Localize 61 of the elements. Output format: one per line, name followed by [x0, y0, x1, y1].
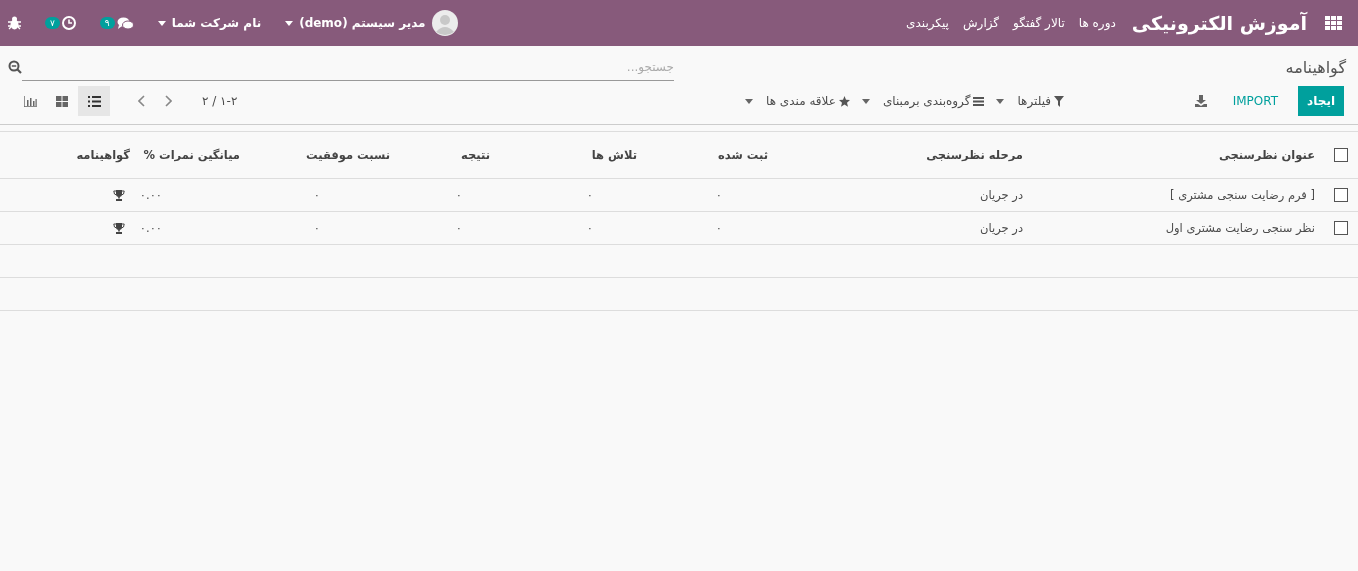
table-cell: ۰	[313, 221, 320, 235]
checkbox[interactable]	[1334, 221, 1348, 235]
column-header[interactable]: گواهینامه	[76, 148, 130, 162]
table-cell: ۰	[715, 188, 722, 202]
caret-icon	[861, 98, 870, 104]
list-icon	[87, 95, 101, 107]
column-header[interactable]: نتیجه	[461, 148, 490, 162]
table-cell: در جریان	[980, 221, 1023, 235]
search-field[interactable]: جستجو...	[22, 53, 674, 81]
menu-icon	[973, 96, 985, 106]
column-header[interactable]: عنوان نظرسنجی	[1218, 148, 1315, 162]
apps-grid-icon[interactable]	[1325, 15, 1342, 31]
table-cell: [ فرم رضایت سنجی مشتری ]	[1170, 188, 1315, 202]
table-cell: ۰	[455, 188, 462, 202]
table-cell: ۰.۰۰	[139, 188, 162, 202]
caret-icon	[745, 98, 754, 104]
search-option-dropdown[interactable]: علاقه مندی ها	[745, 94, 850, 108]
company-menu[interactable]: نام شرکت شما	[157, 16, 262, 30]
search-icon	[8, 60, 22, 74]
clock-icon	[61, 16, 76, 30]
menu-item[interactable]: گزارش	[962, 16, 1000, 30]
table-cell: ۰	[586, 188, 593, 202]
table-cell: ۰	[455, 221, 462, 235]
column-header[interactable]: میانگین نمرات %	[143, 148, 240, 162]
app-title: آموزش الکترونیکی	[1131, 12, 1307, 34]
column-header[interactable]: ثبت شده	[718, 148, 768, 162]
column-header[interactable]: تلاش ها	[591, 148, 637, 162]
table-cell: نظر سنجی رضایت مشتری اول	[1165, 221, 1315, 235]
column-header[interactable]: مرحله نظرسنجی	[926, 148, 1023, 162]
table-cell: ۰.۰۰	[139, 221, 162, 235]
caret-icon	[285, 20, 294, 26]
next-icon[interactable]	[138, 95, 146, 107]
caret-icon	[996, 98, 1005, 104]
view-switch-button[interactable]	[78, 86, 110, 116]
table-cell: ۰	[586, 221, 593, 235]
bar-chart-icon	[23, 95, 37, 107]
table-cell: در جریان	[980, 188, 1023, 202]
table-cell: ۰	[313, 188, 320, 202]
grid-icon	[56, 95, 68, 107]
menu-item[interactable]: تالار گفتگو	[1013, 16, 1065, 30]
user-menu[interactable]: مدیر سیستم (demo)	[285, 10, 458, 36]
table-cell: ۰	[715, 221, 722, 235]
checkbox[interactable]	[1334, 188, 1348, 202]
count-badge: ۷	[45, 17, 60, 29]
filter-icon	[1054, 95, 1064, 107]
menu-item[interactable]: دوره ها	[1078, 16, 1116, 30]
checkbox[interactable]	[1334, 148, 1348, 162]
caret-icon	[157, 20, 166, 26]
star-icon	[838, 95, 850, 107]
avatar-icon	[431, 10, 458, 36]
download-icon[interactable]	[1194, 95, 1207, 107]
bug-icon[interactable]	[8, 16, 21, 30]
breadcrumb: گواهینامه	[1285, 57, 1346, 77]
search-option-dropdown[interactable]: فیلترها	[996, 94, 1064, 108]
menu-item[interactable]: پیکربندی	[906, 16, 949, 30]
column-header[interactable]: نسبت موفقیت	[306, 148, 390, 162]
search-option-dropdown[interactable]: گروه‌بندی برمبنای	[861, 94, 985, 108]
previous-icon[interactable]	[164, 95, 172, 107]
count-badge: ۹	[99, 17, 115, 29]
pager-value: ۲ / ۱-۲	[202, 94, 238, 108]
chat-icon	[116, 16, 134, 30]
